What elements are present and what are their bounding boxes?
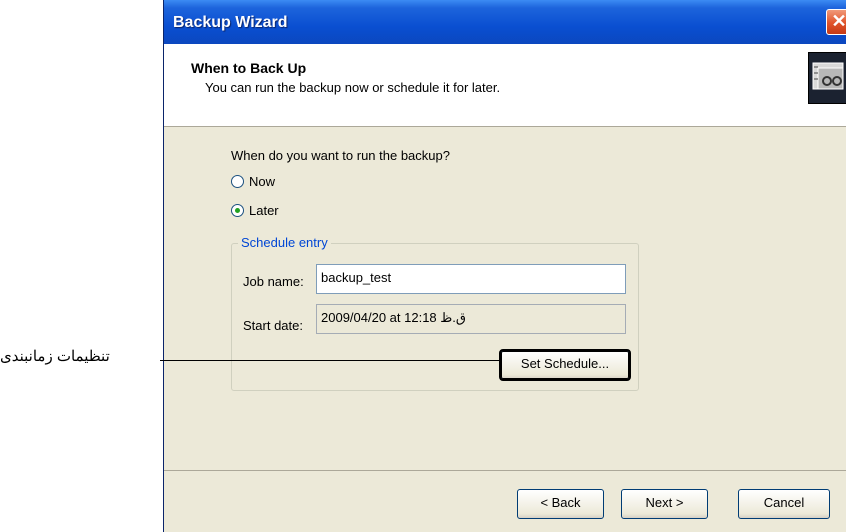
back-button[interactable]: < Back <box>517 489 604 519</box>
job-name-input[interactable]: backup_test <box>316 264 626 294</box>
close-button[interactable]: ✕ <box>826 9 846 35</box>
radio-now[interactable]: Now <box>231 174 275 189</box>
footer-divider <box>164 470 846 471</box>
schedule-settings-annotation: تنظیمات زمانبندی <box>0 348 110 365</box>
start-date-field: 2009/04/20 at 12:18 ق.ظ <box>316 304 626 334</box>
wizard-header: When to Back Up You can run the backup n… <box>164 44 846 127</box>
start-date-label: Start date: <box>243 318 303 333</box>
backup-wizard-window: Backup Wizard ✕ When to Back Up You can … <box>163 0 846 532</box>
cancel-button[interactable]: Cancel <box>738 489 830 519</box>
run-question: When do you want to run the backup? <box>231 148 450 163</box>
next-button[interactable]: Next > <box>621 489 708 519</box>
close-icon: ✕ <box>831 11 846 31</box>
radio-later-label: Later <box>249 203 279 218</box>
set-schedule-button[interactable]: Set Schedule... <box>499 349 631 381</box>
radio-later-circle[interactable] <box>231 204 244 217</box>
now-text: Now <box>249 174 276 189</box>
job-name-label: Job name: <box>243 274 304 289</box>
radio-now-label: Now <box>249 174 275 189</box>
radio-now-circle[interactable] <box>231 175 244 188</box>
later-text: Later <box>249 203 279 218</box>
annotation-leader-line <box>160 360 500 361</box>
header-subtitle: You can run the backup now or schedule i… <box>205 80 501 95</box>
window-title: Backup Wizard <box>173 14 288 31</box>
header-title: When to Back Up <box>191 60 307 76</box>
title-bar[interactable]: Backup Wizard ✕ <box>164 0 846 44</box>
backup-schedule-icon <box>808 52 846 104</box>
schedule-entry-title: Schedule entry <box>238 235 331 250</box>
radio-later[interactable]: Later <box>231 203 279 218</box>
